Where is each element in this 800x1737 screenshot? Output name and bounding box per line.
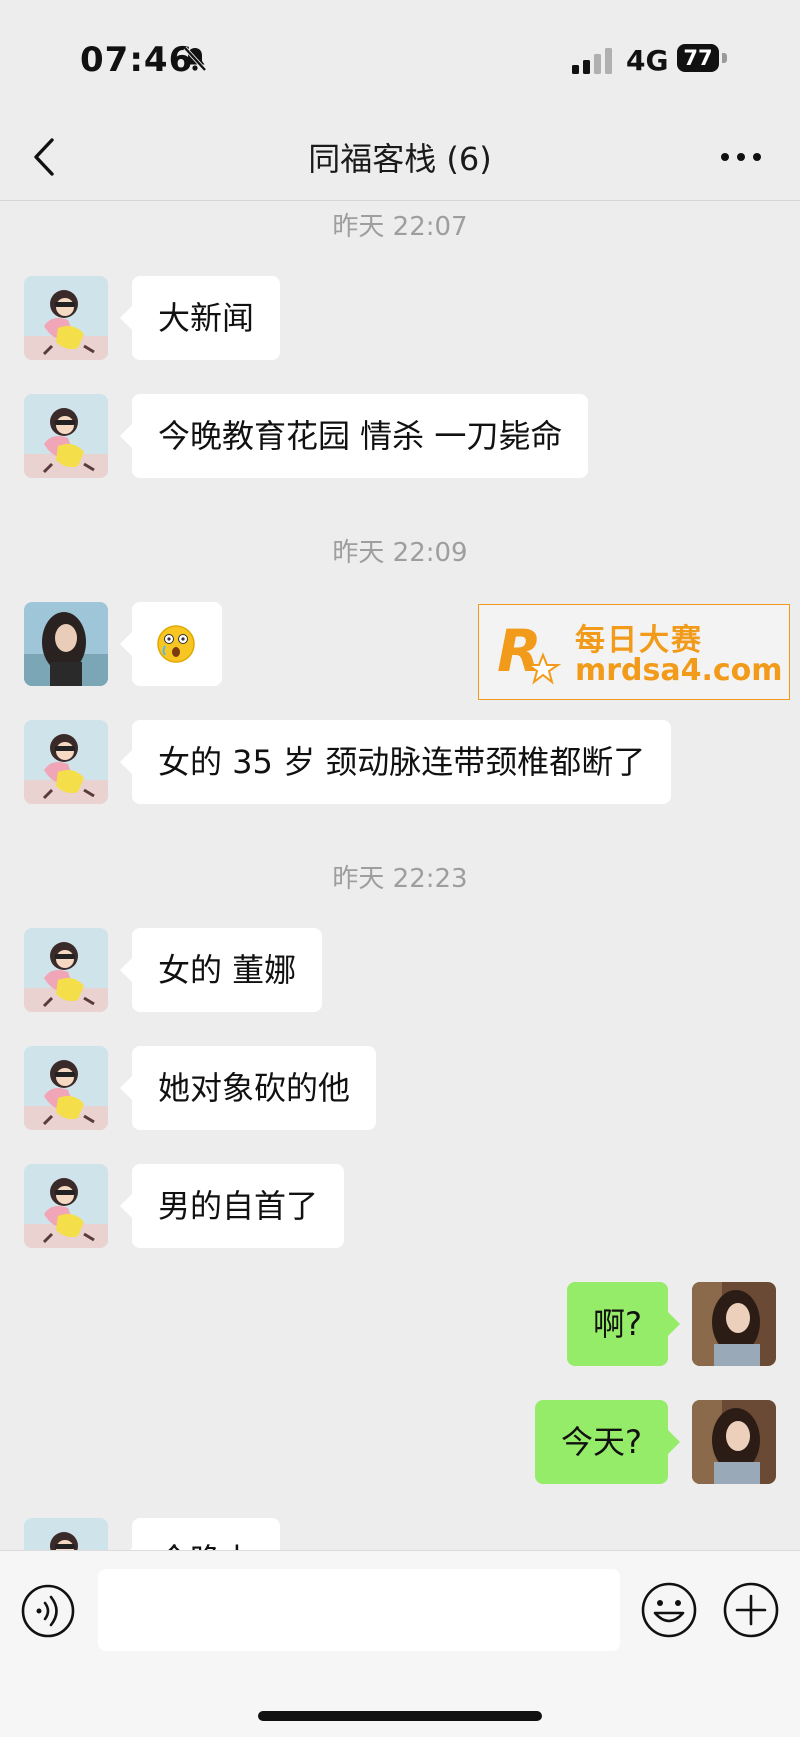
message-bubble[interactable]: 她对象砍的他 [119,1046,377,1130]
status-bar: 07:46 4G 77 [0,0,800,120]
message-bubble[interactable]: 今晚上 [119,1518,281,1550]
home-indicator[interactable] [258,1711,542,1721]
message-row: 今晚教育花园 情杀 一刀毙命 [0,394,800,484]
timestamp: 昨天 22:09 [332,538,468,568]
message-row: 女的 35 岁 颈动脉连带颈椎都断了 [0,720,800,810]
battery-icon: 77 [677,44,729,74]
bell-muted-icon [183,46,207,72]
avatar-self[interactable] [692,1400,776,1484]
avatar-cartoon-girl[interactable] [24,928,108,1012]
message-row: 她对象砍的他 [0,1046,800,1136]
message-bubble[interactable]: 今晚教育花园 情杀 一刀毙命 [119,394,589,478]
status-time: 07:46 [80,40,194,80]
message-row: 男的自首了 [0,1164,800,1254]
message-list[interactable]: 昨天 22:07 大新闻 今晚教育花园 情杀 一刀毙命 昨天 22:09 女的 … [0,200,800,1550]
network-type: 4G [626,44,669,77]
avatar-cartoon-girl[interactable] [24,1518,108,1550]
message-row: 今晚上 [0,1518,800,1550]
shocked-emoji-icon [157,625,195,663]
watermark-url: mrdsa4.com [575,653,783,688]
signal-icon [572,48,612,74]
watermark-r-star-icon: R [497,617,562,685]
message-row: 今天? [0,1400,800,1490]
battery-level: 77 [677,44,719,72]
avatar-cartoon-girl[interactable] [24,394,108,478]
plus-icon[interactable] [722,1581,780,1639]
avatar-cartoon-girl[interactable] [24,1164,108,1248]
chat-title: 同福客栈 (6) [308,140,492,178]
input-bar [0,1550,800,1737]
message-bubble[interactable]: 女的 董娜 [119,928,323,1012]
more-options-icon[interactable] [718,142,764,172]
message-row: 大新闻 [0,276,800,366]
message-bubble[interactable]: 大新闻 [119,276,281,360]
timestamp: 昨天 22:23 [332,864,468,894]
message-bubble[interactable]: 男的自首了 [119,1164,345,1248]
message-bubble[interactable]: 女的 35 岁 颈动脉连带颈椎都断了 [119,720,672,804]
message-input[interactable] [98,1569,620,1651]
avatar-self[interactable] [692,1282,776,1366]
message-row: 啊? [0,1282,800,1372]
voice-input-icon[interactable] [20,1583,76,1639]
avatar-cartoon-girl[interactable] [24,720,108,804]
message-bubble-self[interactable]: 啊? [567,1282,680,1366]
timestamp: 昨天 22:07 [332,212,468,242]
emoji-icon[interactable] [640,1581,698,1639]
avatar-photo-woman[interactable] [24,602,108,686]
avatar-cartoon-girl[interactable] [24,276,108,360]
avatar-cartoon-girl[interactable] [24,1046,108,1130]
watermark-logo: R 每日大赛 mrdsa4.com [478,604,790,700]
message-bubble-emoji[interactable] [120,602,222,686]
message-bubble-self[interactable]: 今天? [535,1400,680,1484]
chat-header: 同福客栈 (6) [0,120,800,201]
message-row: 女的 董娜 [0,928,800,1018]
